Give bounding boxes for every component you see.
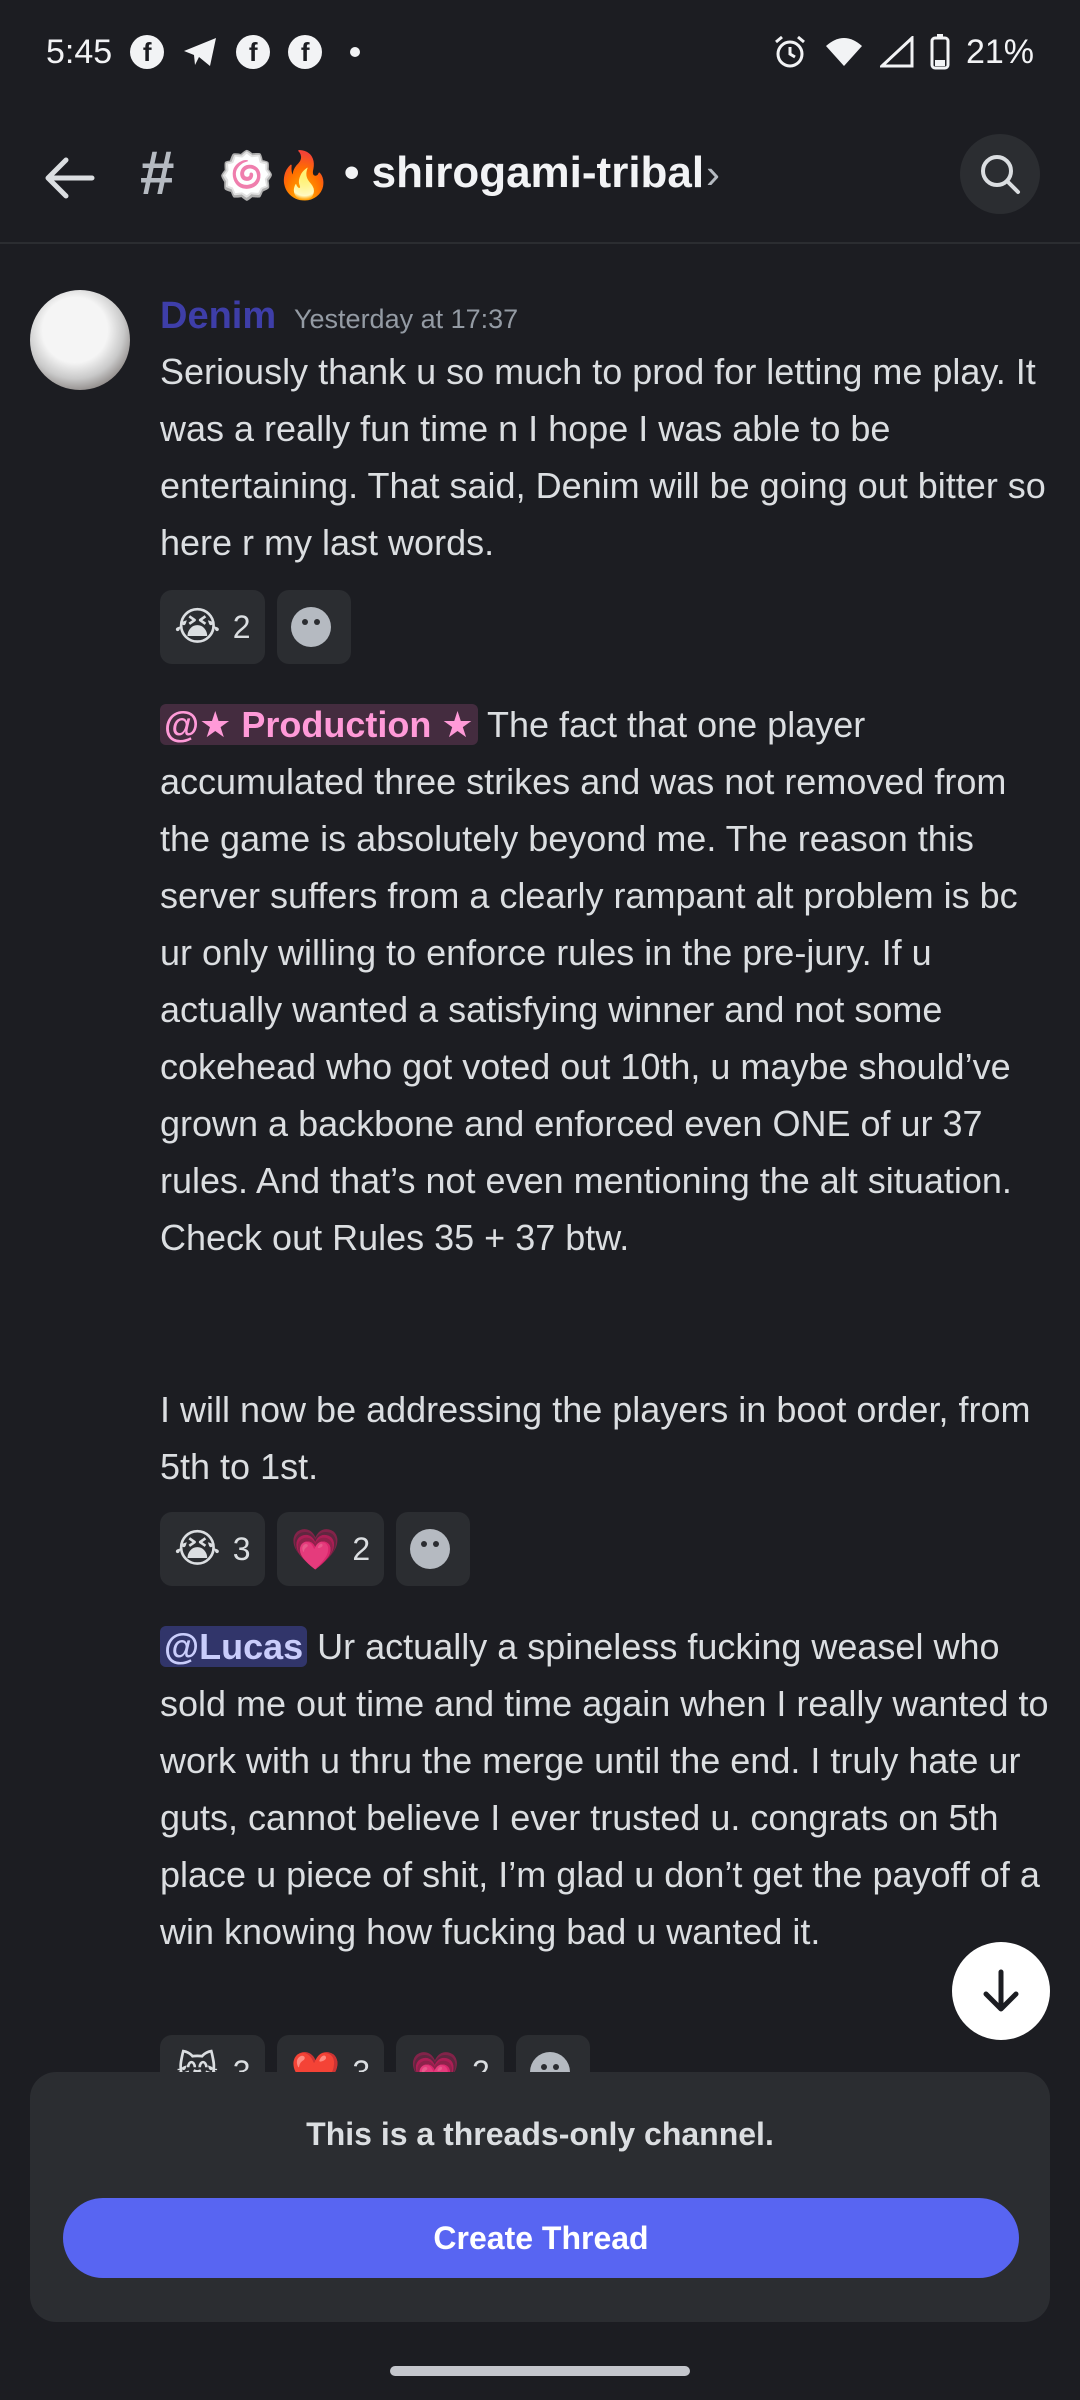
telegram-icon: [182, 36, 218, 68]
alarm-icon: [772, 34, 808, 70]
reaction-row: 😹 3 ❤️ 3 💗 2: [160, 2035, 590, 2075]
back-arrow-icon[interactable]: [40, 148, 100, 208]
channel-hash-icon: #: [140, 139, 175, 208]
reaction-pill[interactable]: 💗 2: [276, 1512, 385, 1586]
message-paragraph: @Lucas Ur actually a spineless fucking w…: [160, 1618, 1050, 1960]
reaction-row: 😭 2: [160, 590, 351, 664]
reaction-pill[interactable]: 😭 3: [160, 1512, 265, 1586]
channel-details-chevron-icon[interactable]: ›: [706, 150, 720, 198]
threads-only-panel: This is a threads-only channel. Create T…: [30, 2072, 1050, 2322]
facebook-icon: f: [288, 35, 323, 69]
add-reaction-icon: [290, 607, 331, 647]
user-mention-lucas[interactable]: @Lucas: [160, 1626, 308, 1667]
battery-icon: [930, 34, 950, 70]
avatar[interactable]: [30, 290, 130, 390]
battery-percent: 21%: [965, 32, 1034, 71]
reaction-row: 😭 3 💗 2: [160, 1512, 471, 1586]
message-text: The fact that one player accumulated thr…: [160, 704, 1018, 1258]
message-timestamp: Yesterday at 17:37: [294, 304, 519, 334]
message-paragraph: I will now be addressing the players in …: [160, 1389, 1031, 1487]
reaction-pill[interactable]: 😭 2: [160, 590, 265, 664]
threads-only-note: This is a threads-only channel.: [306, 2116, 774, 2152]
add-reaction-button[interactable]: [396, 1512, 471, 1586]
arrow-down-icon: [983, 1969, 1019, 2012]
reaction-pill[interactable]: 💗 2: [396, 2035, 504, 2075]
search-button[interactable]: [960, 134, 1040, 214]
add-reaction-button[interactable]: [276, 590, 351, 664]
add-reaction-button[interactable]: [515, 2035, 590, 2075]
loudly-crying-emoji: 😭: [174, 1527, 221, 1571]
wifi-icon: [824, 36, 864, 68]
role-mention-production[interactable]: @★ Production ★: [160, 704, 478, 745]
channel-header: # 🍥🔥 • shirogami-tribal ›: [0, 104, 1080, 244]
home-indicator[interactable]: [390, 2366, 690, 2376]
message-paragraph: Seriously thank u so much to prod for le…: [160, 351, 1046, 563]
add-reaction-icon: [410, 1529, 451, 1569]
heart-emoji: 💗: [290, 1527, 341, 1572]
create-thread-button[interactable]: Create Thread: [63, 2198, 1019, 2278]
message-paragraph: @★ Production ★ The fact that one player…: [160, 696, 1050, 1266]
status-bar: 5:45 f f f 21%: [0, 0, 1080, 104]
reaction-pill[interactable]: 😹 3: [160, 2035, 265, 2075]
reaction-count: 2: [232, 608, 251, 645]
status-time: 5:45: [46, 32, 113, 71]
message-text: Ur actually a spineless fucking weasel w…: [160, 1626, 1049, 1952]
reaction-count: 3: [232, 1530, 251, 1567]
search-icon: [981, 155, 1020, 194]
message-author[interactable]: Denim: [160, 295, 276, 338]
channel-emoji: 🍥🔥: [218, 149, 333, 201]
jump-to-latest-button[interactable]: [952, 1942, 1050, 2040]
facebook-icon: f: [236, 35, 271, 69]
facebook-icon: f: [130, 35, 165, 69]
signal-icon: [879, 36, 914, 68]
reaction-count: 2: [352, 1530, 371, 1567]
channel-name[interactable]: • shirogami-tribal: [344, 148, 704, 198]
more-notifications-icon: [350, 47, 361, 57]
loudly-crying-emoji: 😭: [174, 605, 221, 649]
reaction-pill[interactable]: ❤️ 3: [276, 2035, 385, 2075]
